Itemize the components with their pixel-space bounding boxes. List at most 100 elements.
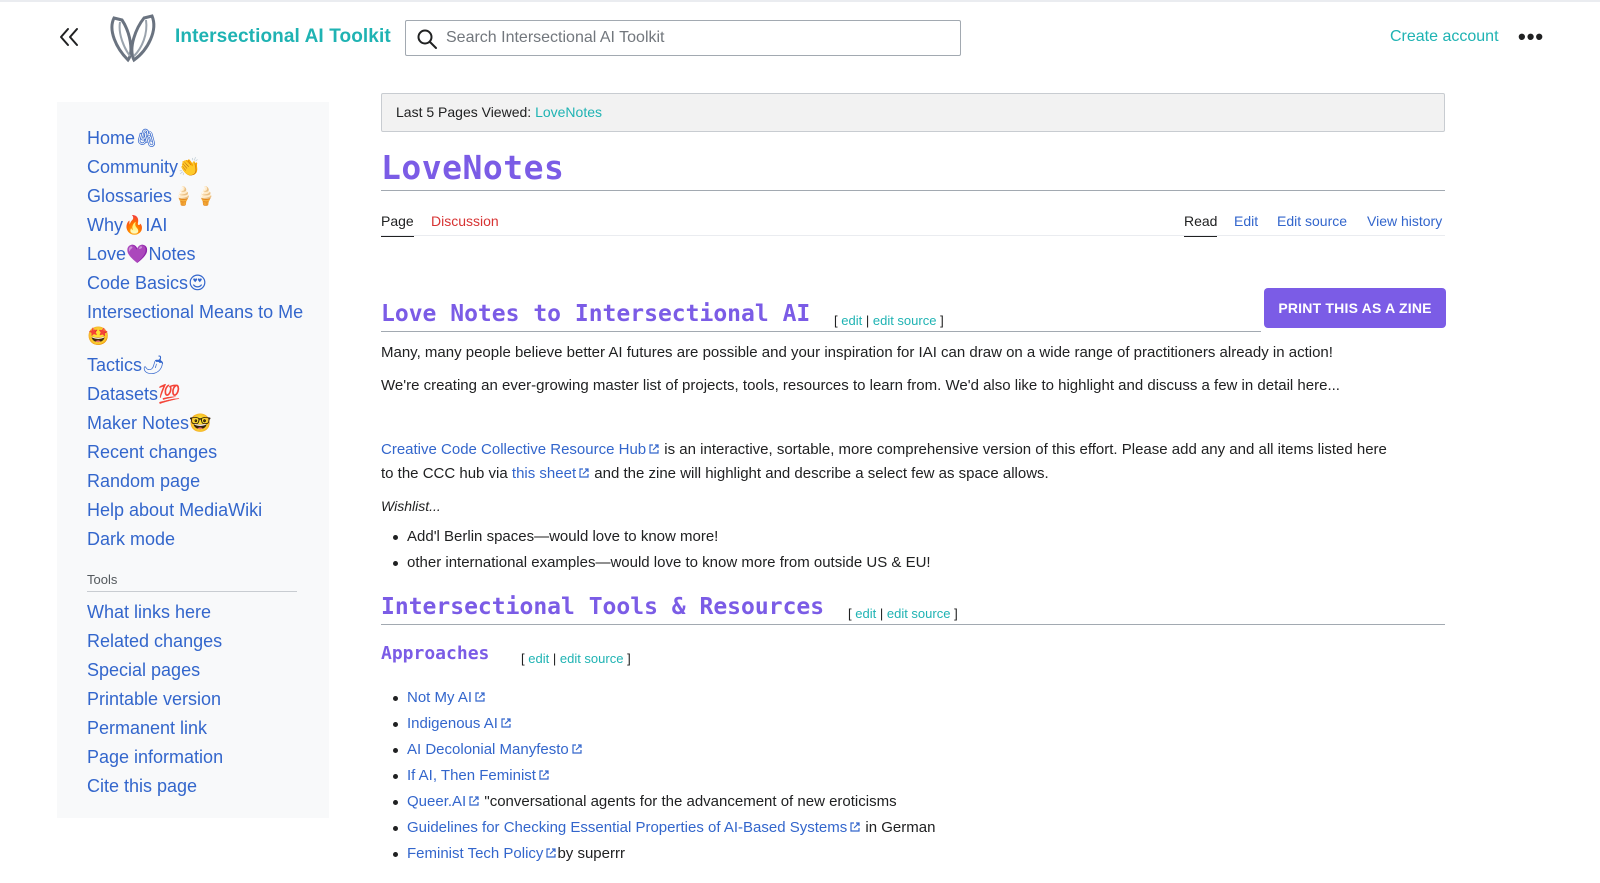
sidebar-item-love-notes[interactable]: Love💜Notes [87, 242, 319, 266]
resource-link[interactable]: If AI, Then Feminist [407, 767, 536, 784]
external-link-icon [539, 770, 549, 780]
last-viewed-bar: Last 5 Pages Viewed: LoveNotes [381, 93, 1445, 132]
sidebar-nav: Home🖇 Community👏 Glossaries🍦🍦 Why🔥IAI Lo… [87, 126, 319, 556]
collapse-sidebar-icon[interactable] [56, 24, 82, 50]
sidebar-item-datasets[interactable]: Datasets💯 [87, 382, 319, 406]
hundred-points-icon: 💯 [158, 384, 181, 404]
tab-page[interactable]: Page [381, 213, 414, 237]
sidebar-item-code-basics[interactable]: Code Basics😍 [87, 271, 319, 295]
tabs-divider [381, 235, 1445, 236]
tool-cite-this-page[interactable]: Cite this page [87, 774, 223, 798]
title-divider [381, 190, 1445, 191]
ccc-hub-link[interactable]: Creative Code Collective Resource Hub [381, 441, 646, 458]
more-options-icon[interactable]: ••• [1518, 26, 1544, 48]
external-link-icon [475, 692, 485, 702]
chili-pepper-icon: 🌶 [142, 355, 165, 375]
tool-what-links-here[interactable]: What links here [87, 600, 223, 624]
sidebar-item-recent-changes[interactable]: Recent changes [87, 440, 319, 464]
external-link-icon [501, 718, 511, 728]
tool-printable-version[interactable]: Printable version [87, 687, 223, 711]
external-link-icon [649, 444, 659, 454]
external-link-icon [546, 848, 557, 858]
sidebar-item-why-iai[interactable]: Why🔥IAI [87, 213, 319, 237]
approaches-list: Not My AI Indigenous AI AI Decolonial Ma… [381, 685, 935, 867]
heart-eyes-icon: 😍 [188, 273, 207, 293]
wishlist-list: Add'l Berlin spaces—would love to know m… [381, 524, 931, 576]
section-edit-links: [ edit | edit source ] [834, 313, 944, 328]
edit-source-link[interactable]: edit source [560, 651, 624, 666]
create-account-link[interactable]: Create account [1390, 28, 1499, 46]
list-item: Add'l Berlin spaces—would love to know m… [381, 524, 931, 550]
paragraph: to the CCC hub via this sheet and the zi… [381, 465, 1049, 482]
list-item: Feminist Tech Policy by superrr [381, 841, 935, 867]
tools-heading: Tools [87, 572, 118, 587]
sidebar-item-intersectional-means[interactable]: Intersectional Means to Me🤩 [87, 300, 319, 348]
sidebar-item-dark-mode[interactable]: Dark mode [87, 527, 319, 551]
sidebar-item-tactics[interactable]: Tactics🌶 [87, 353, 319, 377]
list-item: other international examples—would love … [381, 550, 931, 576]
print-zine-button[interactable]: PRINT THIS AS A ZINE [1264, 288, 1446, 328]
ice-cream-icon: 🍦🍦 [172, 186, 217, 206]
sidebar: Home🖇 Community👏 Glossaries🍦🍦 Why🔥IAI Lo… [57, 102, 329, 818]
list-item: AI Decolonial Manyfesto [381, 737, 935, 763]
this-sheet-link[interactable]: this sheet [512, 465, 576, 482]
list-item: Indigenous AI [381, 711, 935, 737]
tab-discussion[interactable]: Discussion [431, 213, 499, 229]
top-border [0, 0, 1600, 2]
list-item: Guidelines for Checking Essential Proper… [381, 815, 935, 841]
edit-source-link[interactable]: edit source [873, 313, 937, 328]
wishlist-label: Wishlist... [381, 498, 441, 514]
tools-list: What links here Related changes Special … [87, 600, 223, 803]
resource-link[interactable]: Indigenous AI [407, 715, 498, 732]
sidebar-item-random-page[interactable]: Random page [87, 469, 319, 493]
subsection-heading-approaches: Approaches [381, 643, 490, 664]
tool-related-changes[interactable]: Related changes [87, 629, 223, 653]
resource-link[interactable]: Guidelines for Checking Essential Proper… [407, 819, 847, 836]
section-divider [381, 331, 1261, 332]
clap-icon: 👏 [178, 157, 201, 177]
sidebar-item-community[interactable]: Community👏 [87, 155, 319, 179]
site-logo[interactable] [104, 8, 162, 66]
search-input[interactable] [446, 21, 951, 55]
paperclip-icon: 🖇 [135, 128, 158, 148]
edit-link[interactable]: edit [841, 313, 862, 328]
resource-link[interactable]: AI Decolonial Manyfesto [407, 741, 569, 758]
resource-link[interactable]: Queer.AI [407, 793, 466, 810]
tool-permanent-link[interactable]: Permanent link [87, 716, 223, 740]
purple-heart-icon: 💜 [126, 244, 149, 264]
tab-view-history[interactable]: View history [1367, 213, 1442, 229]
edit-link[interactable]: edit [528, 651, 549, 666]
edit-source-link[interactable]: edit source [887, 606, 951, 621]
tools-divider [87, 591, 297, 592]
section-heading-love-notes: Love Notes to Intersectional AI [381, 301, 811, 327]
tab-edit-source[interactable]: Edit source [1277, 213, 1347, 229]
edit-link[interactable]: edit [855, 606, 876, 621]
last-viewed-label: Last 5 Pages Viewed: [396, 104, 532, 120]
site-title[interactable]: Intersectional AI Toolkit [175, 26, 391, 48]
resource-link[interactable]: Not My AI [407, 689, 472, 706]
tab-edit[interactable]: Edit [1234, 213, 1258, 229]
external-link-icon [850, 822, 860, 832]
sidebar-item-help[interactable]: Help about MediaWiki [87, 498, 319, 522]
list-item: Not My AI [381, 685, 935, 711]
external-link-icon [579, 468, 589, 478]
resource-link[interactable]: Feminist Tech Policy [407, 845, 543, 862]
last-viewed-link[interactable]: LoveNotes [535, 104, 602, 120]
sidebar-item-glossaries[interactable]: Glossaries🍦🍦 [87, 184, 319, 208]
section-heading-tools-resources: Intersectional Tools & Resources [381, 594, 825, 620]
sidebar-item-maker-notes[interactable]: Maker Notes🤓 [87, 411, 319, 435]
sidebar-item-home[interactable]: Home🖇 [87, 126, 319, 150]
fire-icon: 🔥 [123, 215, 146, 235]
page-title: LoveNotes [381, 148, 565, 187]
section-edit-links: [ edit | edit source ] [521, 651, 631, 666]
tool-page-information[interactable]: Page information [87, 745, 223, 769]
external-link-icon [572, 744, 582, 754]
list-item: Queer.AI "conversational agents for the … [381, 789, 935, 815]
star-struck-icon: 🤩 [87, 326, 110, 346]
list-item: If AI, Then Feminist [381, 763, 935, 789]
external-link-icon [469, 796, 479, 806]
tool-special-pages[interactable]: Special pages [87, 658, 223, 682]
tab-read[interactable]: Read [1184, 213, 1218, 237]
search-box[interactable] [405, 20, 961, 56]
paragraph: Many, many people believe better AI futu… [381, 344, 1333, 361]
